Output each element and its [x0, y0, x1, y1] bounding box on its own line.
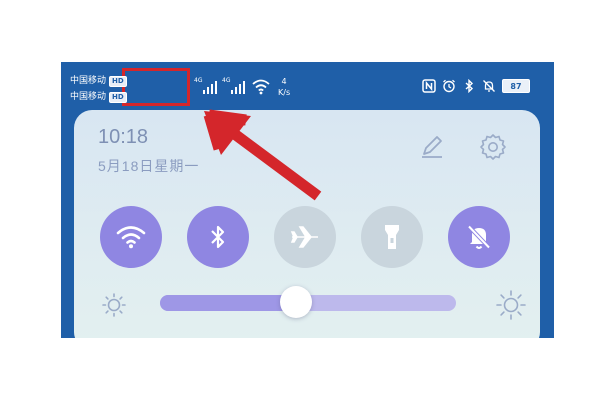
pen-icon[interactable] [418, 132, 446, 160]
brightness-slider-thumb[interactable] [280, 286, 313, 318]
sun-low-icon [102, 293, 126, 317]
wifi-status-icon [252, 79, 270, 95]
wifi-icon [116, 226, 146, 249]
speed-value: 4 [281, 77, 287, 86]
sun-high-icon [496, 290, 526, 320]
bell-mute-icon [483, 80, 495, 92]
flashlight-icon [385, 225, 399, 249]
airplane-icon [290, 226, 318, 248]
gear-icon[interactable] [478, 132, 508, 162]
alarm-icon [443, 79, 455, 93]
bell-mute-icon [467, 225, 491, 249]
speed-unit: K/s [278, 88, 291, 97]
clock-date: 5月18日星期一 [98, 158, 200, 174]
brightness-slider[interactable] [160, 286, 456, 318]
status-bar: 中国移动 HD 中国移动 HD 4G 4G 4 K/s 87 [61, 62, 554, 112]
hd-badge-2: HD [109, 92, 127, 103]
phone-screen: 中国移动 HD 中国移动 HD 4G 4G 4 K/s 87 10:18 5月1… [61, 62, 554, 338]
nfc-icon [422, 79, 436, 93]
network-speed: 4 K/s [278, 76, 290, 98]
toggle-wifi[interactable] [100, 206, 162, 268]
toggle-mute[interactable] [448, 206, 510, 268]
toggle-flashlight[interactable] [361, 206, 423, 268]
brightness-slider-fill [160, 295, 297, 311]
carrier-name-1: 中国移动 [70, 76, 107, 86]
bluetooth-icon [211, 225, 225, 249]
carrier-highlight-box [122, 68, 190, 106]
carrier-name-2: 中国移动 [70, 92, 107, 102]
signal-1-icon [203, 81, 217, 94]
hd-badge-1: HD [109, 76, 127, 87]
toggle-airplane-mode[interactable] [274, 206, 336, 268]
quick-settings-panel: 10:18 5月18日星期一 [74, 110, 540, 338]
status-icons-right: 87 [422, 78, 530, 94]
carrier-label-2: 中国移动 HD [70, 89, 127, 103]
carrier-label-1: 中国移动 HD [70, 73, 127, 87]
battery-icon: 87 [502, 79, 530, 93]
signal-2-icon [231, 81, 245, 94]
bluetooth-icon [465, 79, 474, 93]
clock-time: 10:18 [98, 126, 149, 148]
toggle-bluetooth[interactable] [187, 206, 249, 268]
